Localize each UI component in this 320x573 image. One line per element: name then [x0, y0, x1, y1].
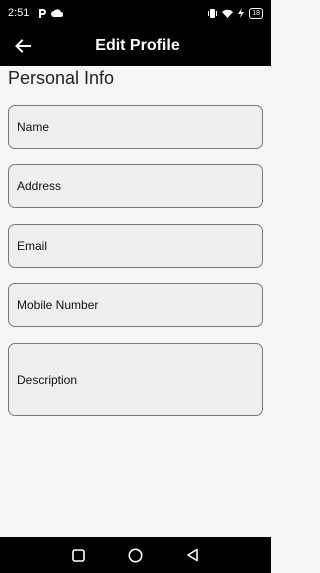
status-left-icons — [37, 8, 64, 19]
email-field-label: Email — [17, 239, 48, 253]
system-nav-bar — [0, 537, 271, 573]
status-time: 2:51 — [8, 7, 30, 19]
parking-icon — [39, 8, 47, 18]
status-bar: 2:51 18 — [0, 0, 271, 26]
circle-icon — [128, 548, 143, 562]
address-field-label: Address — [17, 179, 62, 193]
mobile-number-field-label: Mobile Number — [17, 298, 99, 312]
description-field[interactable]: Description — [8, 343, 263, 416]
triangle-back-icon — [187, 548, 198, 562]
arrow-back-icon — [15, 39, 31, 53]
cloud-icon — [51, 8, 64, 17]
app-bar: Edit Profile — [0, 26, 271, 66]
recent-apps-button[interactable] — [69, 545, 89, 565]
back-button[interactable] — [12, 35, 34, 57]
home-button[interactable] — [126, 545, 146, 565]
page-title: Edit Profile — [95, 37, 180, 54]
battery-indicator: 18 — [249, 7, 263, 19]
vibrate-icon — [208, 8, 218, 18]
description-field-label: Description — [17, 372, 78, 387]
name-field-label: Name — [17, 120, 50, 134]
email-field[interactable]: Email — [8, 224, 263, 268]
square-icon — [72, 548, 85, 562]
section-title: Personal Info — [8, 68, 115, 88]
wifi-icon — [222, 9, 234, 18]
status-right-icons: 18 — [208, 7, 263, 19]
name-field[interactable]: Name — [8, 105, 263, 149]
charging-icon — [238, 8, 245, 18]
mobile-number-field[interactable]: Mobile Number — [8, 283, 263, 327]
nav-back-button[interactable] — [183, 545, 203, 565]
address-field[interactable]: Address — [8, 164, 263, 208]
